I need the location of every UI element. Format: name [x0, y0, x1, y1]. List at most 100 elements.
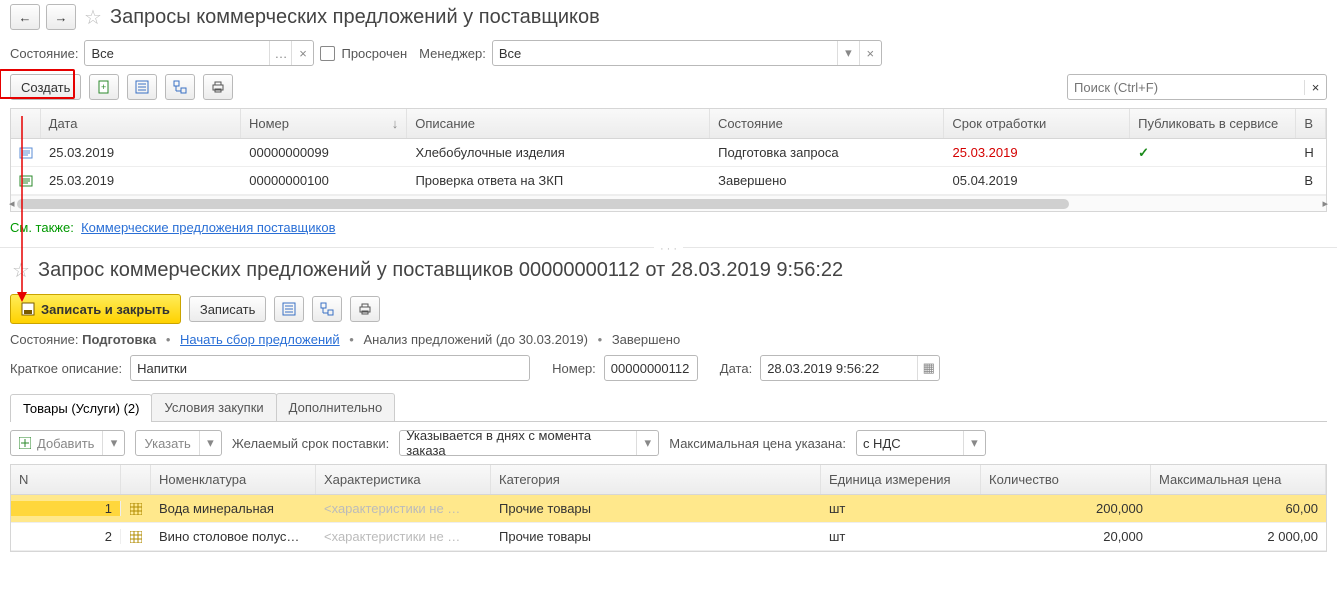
- status-analysis: Анализ предложений (до 30.03.2019): [363, 332, 588, 347]
- cell-unit: шт: [821, 529, 981, 544]
- overdue-checkbox[interactable]: [320, 46, 335, 61]
- grid-row[interactable]: 1Вода минеральная<характеристики не …Про…: [11, 495, 1326, 523]
- cell-last: В: [1296, 173, 1326, 188]
- see-also-link[interactable]: Коммерческие предложения поставщиков: [81, 220, 335, 235]
- gcol-n[interactable]: N: [11, 465, 121, 494]
- save-icon: [21, 302, 35, 316]
- chevron-down-icon[interactable]: ▾: [963, 431, 985, 455]
- date-label: Дата:: [720, 361, 752, 376]
- print-button[interactable]: [350, 296, 380, 322]
- chevron-down-icon[interactable]: ▾: [636, 431, 658, 455]
- price-mode-combo[interactable]: с НДС ▾: [856, 430, 986, 456]
- cell-description: Хлебобулочные изделия: [407, 145, 710, 160]
- cell-n: 1: [11, 501, 121, 516]
- status-current: Подготовка: [82, 332, 156, 347]
- status-start-link[interactable]: Начать сбор предложений: [180, 332, 340, 347]
- tab-extra[interactable]: Дополнительно: [276, 393, 396, 421]
- gcol-char[interactable]: Характеристика: [316, 465, 491, 494]
- cell-number: 00000000100: [241, 173, 407, 188]
- document-icon: [19, 175, 33, 187]
- ellipsis-icon[interactable]: …: [269, 41, 291, 65]
- calendar-icon[interactable]: ▦: [917, 356, 939, 380]
- tree-button[interactable]: [165, 74, 195, 100]
- copy-button[interactable]: +: [89, 74, 119, 100]
- manager-filter-label: Менеджер:: [419, 46, 486, 61]
- cell-qty: 200,000: [981, 501, 1151, 516]
- gcol-price[interactable]: Максимальная цена: [1151, 465, 1326, 494]
- search-input[interactable]: [1068, 80, 1304, 95]
- favorite-star-icon[interactable]: ☆: [10, 260, 32, 282]
- gcol-nomen[interactable]: Номенклатура: [151, 465, 316, 494]
- add-button[interactable]: Добавить ▾: [10, 430, 125, 456]
- cell-n: 2: [11, 529, 121, 544]
- list-button[interactable]: [274, 296, 304, 322]
- status-label: Состояние:: [10, 332, 78, 347]
- chevron-down-icon[interactable]: ▾: [837, 41, 859, 65]
- table-icon: [130, 503, 142, 515]
- col-state[interactable]: Состояние: [710, 109, 944, 138]
- detail-title: Запрос коммерческих предложений у постав…: [38, 259, 843, 282]
- search-field[interactable]: ×: [1067, 74, 1327, 100]
- shipdate-combo[interactable]: Указывается в днях с момента заказа ▾: [399, 430, 659, 456]
- nav-back-button[interactable]: ←: [10, 4, 40, 30]
- create-button[interactable]: Создать: [10, 74, 81, 100]
- gcol-qty[interactable]: Количество: [981, 465, 1151, 494]
- chevron-down-icon[interactable]: ▾: [199, 431, 221, 455]
- gcol-unit[interactable]: Единица измерения: [821, 465, 981, 494]
- description-input[interactable]: Напитки: [130, 355, 530, 381]
- document-plus-icon: +: [97, 80, 111, 94]
- tree-button[interactable]: [312, 296, 342, 322]
- cell-state: Завершено: [710, 173, 944, 188]
- page-title: Запросы коммерческих предложений у поста…: [110, 6, 600, 29]
- state-filter-combo[interactable]: Все … ×: [84, 40, 314, 66]
- col-deadline[interactable]: Срок отработки: [944, 109, 1130, 138]
- col-description[interactable]: Описание: [407, 109, 710, 138]
- cell-last: Н: [1296, 145, 1326, 160]
- print-button[interactable]: [203, 74, 233, 100]
- table-row[interactable]: 25.03.201900000000100Проверка ответа на …: [11, 167, 1326, 195]
- manager-filter-combo[interactable]: Все ▾ ×: [492, 40, 882, 66]
- col-date[interactable]: Дата: [41, 109, 241, 138]
- cell-deadline: 05.04.2019: [945, 173, 1131, 188]
- col-last[interactable]: В: [1296, 109, 1326, 138]
- col-number[interactable]: Номер↓: [241, 109, 407, 138]
- cell-char: <характеристики не …: [316, 529, 491, 544]
- number-label: Номер:: [552, 361, 596, 376]
- sort-asc-icon: ↓: [392, 116, 399, 131]
- clear-icon[interactable]: ×: [859, 41, 881, 65]
- save-and-close-button[interactable]: Записать и закрыть: [10, 294, 181, 324]
- cell-cat: Прочие товары: [491, 529, 821, 544]
- grid-row[interactable]: 2Вино столовое полус…<характеристики не …: [11, 523, 1326, 551]
- nav-forward-button[interactable]: →: [46, 4, 76, 30]
- gcol-cat[interactable]: Категория: [491, 465, 821, 494]
- cell-number: 00000000099: [241, 145, 407, 160]
- number-input[interactable]: 00000000112: [604, 355, 698, 381]
- clear-search-icon[interactable]: ×: [1304, 80, 1326, 95]
- tab-goods[interactable]: Товары (Услуги) (2): [10, 394, 152, 422]
- date-input[interactable]: 28.03.2019 9:56:22 ▦: [760, 355, 940, 381]
- favorite-star-icon[interactable]: ☆: [82, 6, 104, 28]
- cell-price: 2 000,00: [1151, 529, 1326, 544]
- clear-icon[interactable]: ×: [291, 41, 313, 65]
- state-filter-label: Состояние:: [10, 46, 78, 61]
- splitter[interactable]: [0, 247, 1337, 253]
- list-icon: [135, 80, 149, 94]
- horizontal-scrollbar[interactable]: ◂▸: [11, 195, 1326, 211]
- save-button[interactable]: Записать: [189, 296, 267, 322]
- tab-terms[interactable]: Условия закупки: [151, 393, 276, 421]
- items-grid: N Номенклатура Характеристика Категория …: [10, 464, 1327, 552]
- cell-deadline: 25.03.2019: [945, 145, 1131, 160]
- list-button[interactable]: [127, 74, 157, 100]
- svg-text:+: +: [101, 82, 106, 92]
- document-icon: [19, 147, 33, 159]
- table-row[interactable]: 25.03.2019 00000000099Хлебобулочные издел…: [11, 139, 1326, 167]
- chevron-down-icon[interactable]: ▾: [102, 431, 124, 455]
- cell-nomen: Вода минеральная: [151, 501, 316, 516]
- cell-qty: 20,000: [981, 529, 1151, 544]
- description-label: Краткое описание:: [10, 361, 122, 376]
- col-publish[interactable]: Публиковать в сервисе: [1130, 109, 1296, 138]
- tree-icon: [320, 302, 334, 316]
- table-header: Дата Номер↓ Описание Состояние Срок отра…: [11, 109, 1326, 139]
- cell-price: 60,00: [1151, 501, 1326, 516]
- specify-button[interactable]: Указать ▾: [135, 430, 221, 456]
